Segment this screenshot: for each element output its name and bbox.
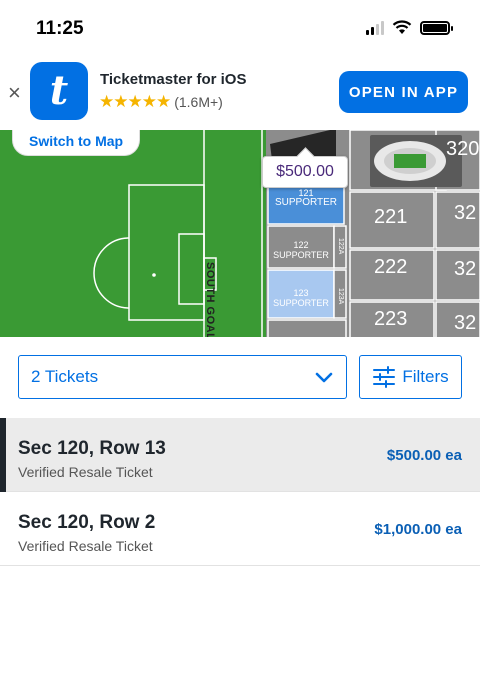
status-time: 11:25	[36, 18, 84, 39]
filters-label: Filters	[402, 367, 449, 386]
chevron-down-icon	[315, 372, 333, 383]
section-32x-c[interactable]: 32	[454, 312, 476, 335]
section-32x-a[interactable]: 32	[454, 202, 476, 225]
app-rating: ★★★★★ (1.6M+)	[99, 92, 223, 112]
close-icon[interactable]: ×	[8, 82, 21, 104]
listing-price: $1,000.00 ea	[374, 521, 462, 538]
section-121[interactable]: 121 SUPPORTER	[268, 188, 344, 208]
section-320[interactable]: 320	[446, 138, 479, 161]
rating-count: (1.6M+)	[174, 94, 223, 110]
listing-price: $500.00 ea	[386, 447, 462, 464]
section-222[interactable]: 222	[374, 256, 407, 279]
seat-map[interactable]: Switch to Map $500.00 SOUTH GOAL 121 SUP…	[0, 130, 480, 337]
section-123-number: 123	[293, 288, 309, 298]
ticket-quantity-select[interactable]: 2 Tickets	[18, 355, 347, 399]
listing-row[interactable]: Sec 120, Row 13 Verified Resale Ticket $…	[0, 418, 480, 492]
section-121-name: SUPPORTER	[274, 197, 338, 208]
open-in-app-button[interactable]: OPEN IN APP	[339, 71, 468, 113]
section-122-number: 122	[293, 240, 309, 250]
section-32x-b[interactable]: 32	[454, 258, 476, 281]
star-rating-icon: ★★★★★	[99, 92, 171, 111]
switch-to-map-button[interactable]: Switch to Map	[12, 130, 141, 156]
section-221[interactable]: 221	[374, 206, 407, 229]
filters-button[interactable]: Filters	[359, 355, 462, 399]
section-123-name: SUPPORTER	[273, 298, 329, 308]
listing-title: Sec 120, Row 2	[18, 512, 156, 533]
wifi-icon	[392, 20, 412, 34]
app-icon-letter: t	[49, 67, 69, 114]
status-bar: 11:25	[0, 0, 480, 58]
ticketmaster-app-icon: t	[30, 62, 88, 120]
battery-icon	[420, 20, 453, 35]
status-icons	[366, 20, 453, 35]
section-122a[interactable]: 122A	[337, 238, 344, 254]
section-223[interactable]: 223	[374, 308, 407, 331]
cellular-signal-icon	[366, 20, 384, 35]
app-install-banner: × t Ticketmaster for iOS ★★★★★ (1.6M+) O…	[0, 58, 480, 130]
section-123a[interactable]: 123A	[337, 288, 344, 304]
section-123[interactable]: 123 SUPPORTER	[268, 288, 334, 308]
listing-subtitle: Verified Resale Ticket	[18, 464, 153, 480]
price-tag[interactable]: $500.00	[262, 156, 348, 188]
section-122[interactable]: 122 SUPPORTER	[268, 240, 334, 260]
south-goal-label: SOUTH GOAL	[204, 262, 216, 337]
section-122-name: SUPPORTER	[273, 250, 329, 260]
sliders-icon	[373, 366, 396, 388]
listing-title: Sec 120, Row 13	[18, 438, 166, 459]
ticket-quantity-value: 2 Tickets	[31, 367, 99, 386]
listing-row[interactable]: Sec 120, Row 2 Verified Resale Ticket $1…	[0, 492, 480, 566]
app-name: Ticketmaster for iOS	[100, 71, 247, 88]
listing-subtitle: Verified Resale Ticket	[18, 538, 153, 554]
